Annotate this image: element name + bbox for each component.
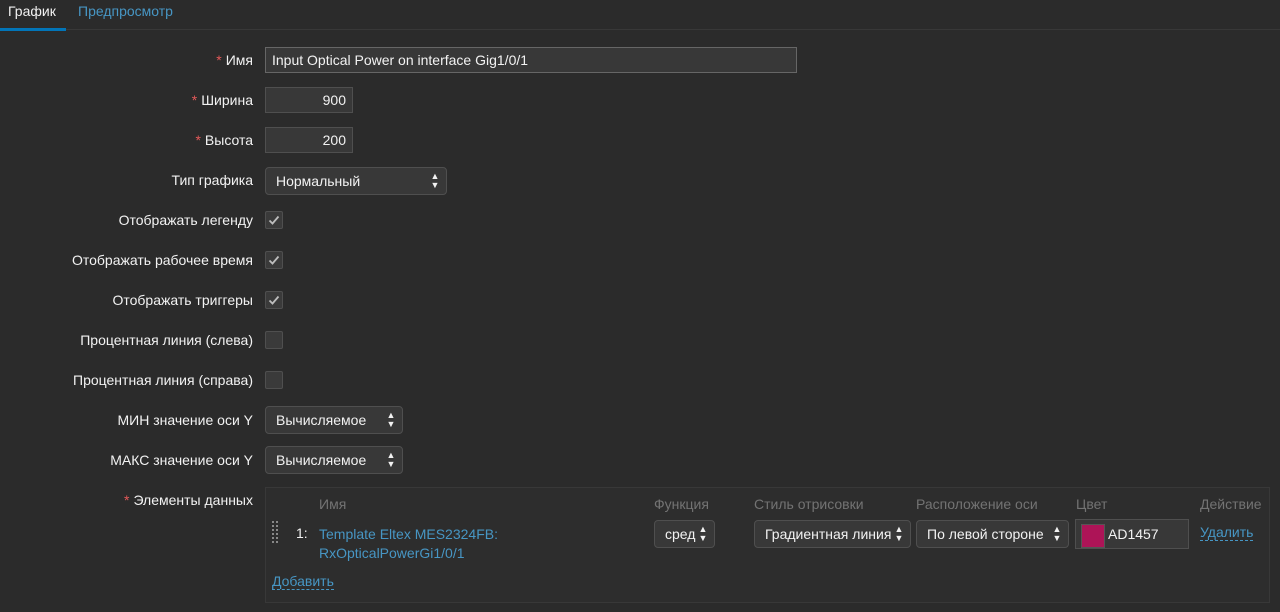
- y-min-label: МИН значение оси Y: [117, 412, 254, 428]
- add-item-link[interactable]: Добавить: [272, 573, 334, 590]
- item-color-value: AD1457: [1108, 526, 1159, 542]
- item-remove-link[interactable]: Удалить: [1200, 524, 1254, 541]
- show-legend-label: Отображать легенду: [118, 212, 253, 228]
- name-input[interactable]: Input Optical Power on interface Gig1/0/…: [265, 47, 797, 73]
- y-max-value: Вычисляемое: [276, 452, 367, 468]
- y-max-label: МАКС значение оси Y: [110, 452, 253, 468]
- item-color-input[interactable]: AD1457: [1075, 519, 1189, 549]
- graph-type-select[interactable]: Нормальный ▲ ▼: [265, 167, 447, 195]
- item-index: 1:: [296, 525, 308, 541]
- width-label: * Ширина: [191, 92, 253, 108]
- checkmark-icon: [268, 215, 280, 225]
- percentile-right-checkbox[interactable]: [265, 371, 283, 389]
- col-header-axis-side: Расположение оси: [916, 496, 1038, 512]
- item-draw-style-select[interactable]: Градиентная линия ▲ ▼: [754, 520, 911, 548]
- col-header-name: Имя: [319, 496, 347, 512]
- height-input[interactable]: 200: [265, 127, 353, 153]
- checkmark-icon: [268, 295, 280, 305]
- item-axis-side-select[interactable]: По левой стороне ▲ ▼: [916, 520, 1069, 548]
- checkmark-icon: [268, 255, 280, 265]
- drag-handle-icon[interactable]: [272, 521, 278, 545]
- select-arrows-icon: ▲ ▼: [430, 171, 440, 190]
- show-triggers-checkbox[interactable]: [265, 291, 283, 309]
- item-name-line1: Template Eltex MES2324FB:: [319, 526, 498, 542]
- col-header-action: Действие: [1200, 496, 1262, 512]
- y-min-value: Вычисляемое: [276, 412, 367, 428]
- name-label: * Имя: [216, 52, 253, 68]
- width-input[interactable]: 900: [265, 87, 353, 113]
- show-triggers-label: Отображать триггеры: [112, 292, 253, 308]
- item-axis-side-value: По левой стороне: [927, 526, 1044, 542]
- col-header-function: Функция: [654, 496, 709, 512]
- item-name-line2: RxOpticalPowerGi1/0/1: [319, 545, 465, 561]
- percentile-left-label: Процентная линия (слева): [80, 332, 253, 348]
- show-worktime-label: Отображать рабочее время: [71, 252, 253, 268]
- item-function-value: сред: [665, 526, 696, 542]
- col-header-draw-style: Стиль отрисовки: [754, 496, 864, 512]
- y-min-select[interactable]: Вычисляемое ▲ ▼: [265, 406, 403, 434]
- select-arrows-icon: ▲ ▼: [894, 524, 904, 543]
- graph-type-value: Нормальный: [276, 173, 361, 189]
- percentile-right-label: Процентная линия (справа): [73, 372, 253, 388]
- tab-graph[interactable]: График: [0, 0, 66, 31]
- tab-bar: График Предпросмотр: [0, 0, 1280, 31]
- height-label: * Высота: [195, 132, 253, 148]
- show-worktime-checkbox[interactable]: [265, 251, 283, 269]
- items-table: Имя Функция Стиль отрисовки Расположение…: [265, 487, 1270, 603]
- select-arrows-icon: ▲ ▼: [698, 524, 708, 543]
- item-function-select[interactable]: сред ▲ ▼: [654, 520, 715, 548]
- y-max-select[interactable]: Вычисляемое ▲ ▼: [265, 446, 403, 474]
- percentile-left-checkbox[interactable]: [265, 331, 283, 349]
- item-draw-style-value: Градиентная линия: [765, 526, 892, 542]
- show-legend-checkbox[interactable]: [265, 211, 283, 229]
- select-arrows-icon: ▲ ▼: [386, 450, 396, 469]
- tab-preview[interactable]: Предпросмотр: [70, 0, 181, 28]
- select-arrows-icon: ▲ ▼: [386, 410, 396, 429]
- select-arrows-icon: ▲ ▼: [1052, 524, 1062, 543]
- color-swatch[interactable]: [1081, 524, 1105, 548]
- graph-type-label: Тип графика: [171, 172, 253, 188]
- item-name-link[interactable]: Template Eltex MES2324FB: RxOpticalPower…: [319, 525, 498, 563]
- col-header-color: Цвет: [1076, 496, 1108, 512]
- items-label: * Элементы данных: [124, 492, 253, 508]
